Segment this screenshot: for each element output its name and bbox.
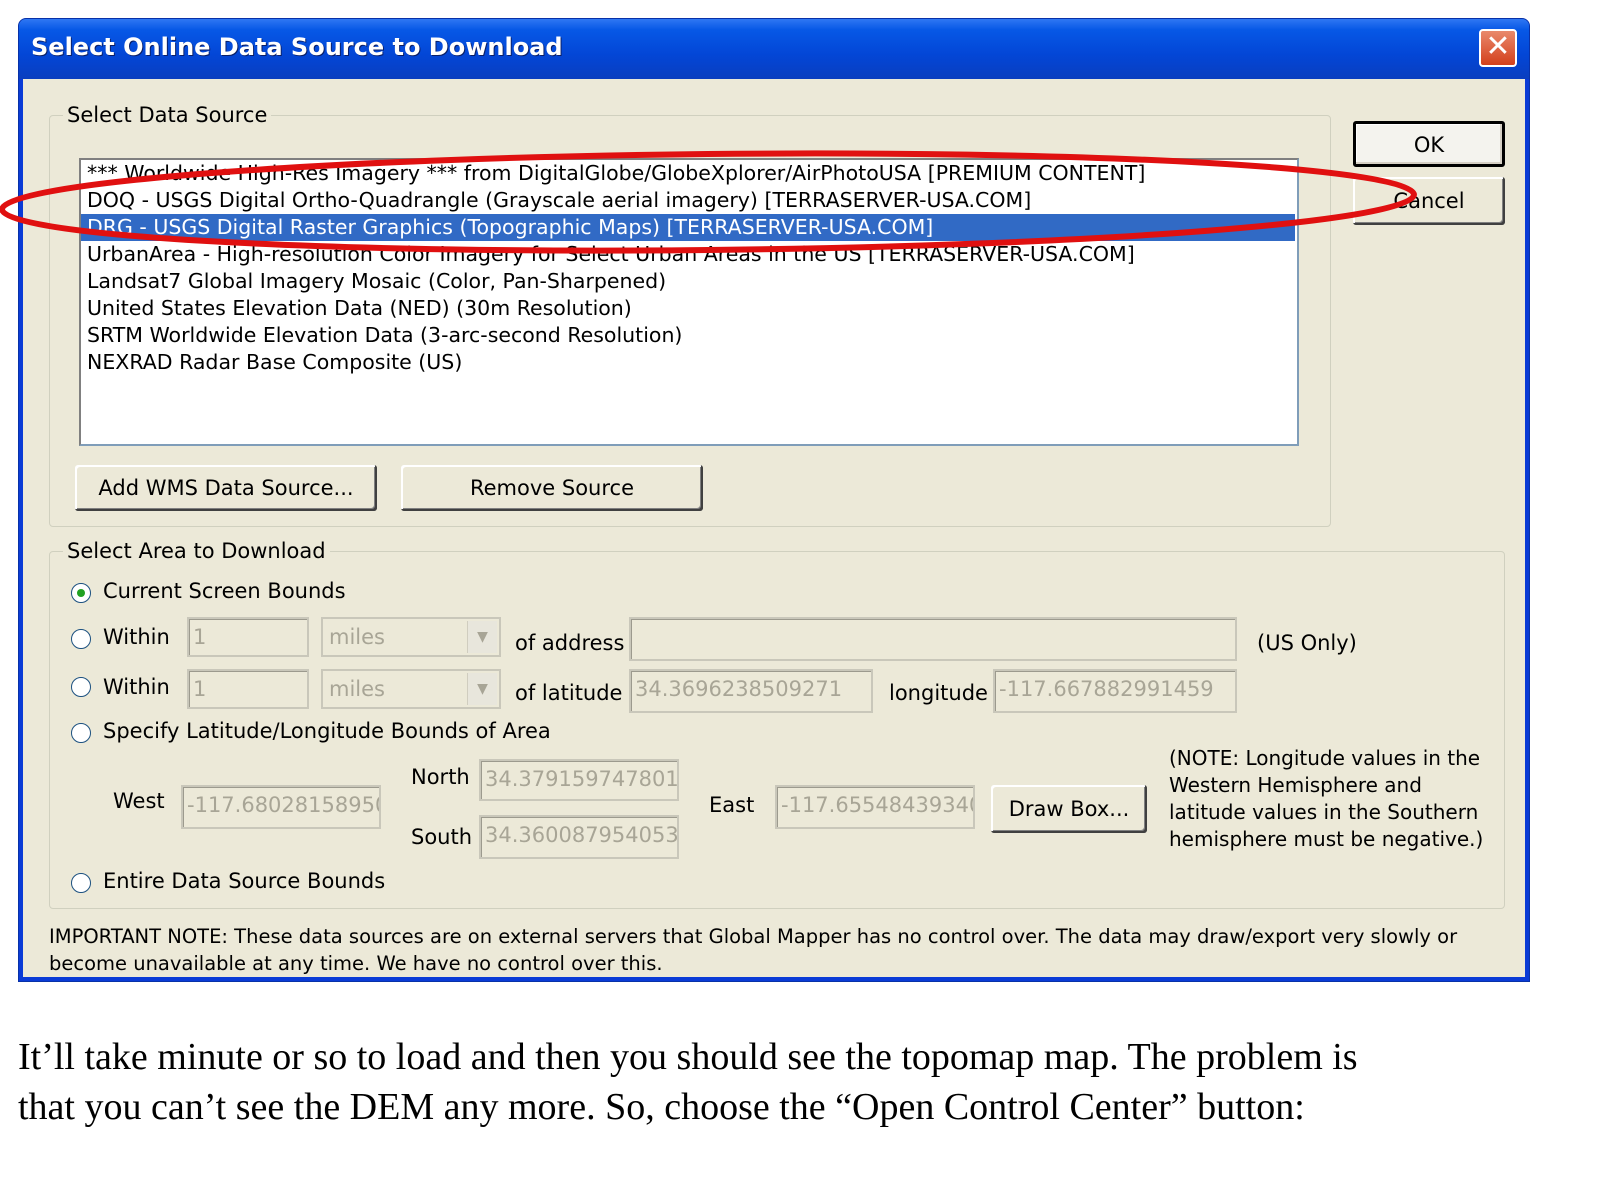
remove-source-button[interactable]: Remove Source xyxy=(401,465,703,511)
list-item[interactable]: *** Worldwide High-Res Imagery *** from … xyxy=(81,160,1297,187)
current-screen-label: Current Screen Bounds xyxy=(103,579,346,603)
units-value: miles xyxy=(329,625,385,649)
chevron-down-icon[interactable]: ▼ xyxy=(467,673,497,705)
title-bar[interactable]: Select Online Data Source to Download ✕ xyxy=(19,19,1529,79)
entire-bounds-label: Entire Data Source Bounds xyxy=(103,869,386,893)
within-address-distance-input[interactable]: 1 xyxy=(187,617,309,657)
west-label: West xyxy=(113,789,165,813)
draw-box-button[interactable]: Draw Box... xyxy=(991,785,1147,833)
caption-line: that you can’t see the DEM any more. So,… xyxy=(18,1086,1305,1128)
specify-bounds-radio[interactable] xyxy=(71,723,91,743)
south-label: South xyxy=(411,825,473,849)
within-address-units-select[interactable]: miles ▼ xyxy=(321,617,501,657)
note-line: hemisphere must be negative.) xyxy=(1169,827,1484,851)
north-input[interactable]: 34.379159747801 xyxy=(479,759,679,801)
area-group-label: Select Area to Download xyxy=(63,539,330,563)
address-input[interactable] xyxy=(629,617,1237,661)
within-address-radio[interactable] xyxy=(71,629,91,649)
list-item[interactable]: DOQ - USGS Digital Ortho-Quadrangle (Gra… xyxy=(81,187,1297,214)
list-item[interactable]: UrbanArea - High-resolution Color Imager… xyxy=(81,241,1297,268)
note-line: Western Hemisphere and xyxy=(1169,773,1422,797)
list-item[interactable]: SRTM Worldwide Elevation Data (3-arc-sec… xyxy=(81,322,1297,349)
east-label: East xyxy=(709,793,755,817)
specify-bounds-label: Specify Latitude/Longitude Bounds of Are… xyxy=(103,719,551,743)
within-latlon-distance-input[interactable]: 1 xyxy=(187,669,309,709)
within-latlon-units-select[interactable]: miles ▼ xyxy=(321,669,501,709)
ok-button[interactable]: OK xyxy=(1353,121,1505,167)
dialog-title: Select Online Data Source to Download xyxy=(31,33,563,61)
add-wms-source-button[interactable]: Add WMS Data Source... xyxy=(75,465,377,511)
list-item[interactable]: Landsat7 Global Imagery Mosaic (Color, P… xyxy=(81,268,1297,295)
west-input[interactable]: -117.68028158950 xyxy=(181,785,381,829)
download-dialog: Select Online Data Source to Download ✕ … xyxy=(18,18,1530,982)
us-only-label: (US Only) xyxy=(1257,631,1357,655)
close-icon[interactable]: ✕ xyxy=(1479,29,1517,67)
important-note-line: become unavailable at any time. We have … xyxy=(49,952,663,975)
caption-line: It’ll take minute or so to load and then… xyxy=(18,1036,1358,1078)
list-item[interactable]: United States Elevation Data (NED) (30m … xyxy=(81,295,1297,322)
latitude-input[interactable]: 34.3696238509271 xyxy=(629,669,873,713)
within-latlon-label: Within xyxy=(103,675,170,699)
longitude-label: longitude xyxy=(889,681,988,705)
of-address-label: of address xyxy=(515,631,625,655)
data-source-list[interactable]: *** Worldwide High-Res Imagery *** from … xyxy=(79,158,1299,446)
list-item[interactable]: NEXRAD Radar Base Composite (US) xyxy=(81,349,1297,376)
list-item-selected[interactable]: DRG - USGS Digital Raster Graphics (Topo… xyxy=(81,214,1295,241)
important-note: IMPORTANT NOTE: These data sources are o… xyxy=(49,923,1457,977)
longitude-input[interactable]: -117.667882991459 xyxy=(993,669,1237,713)
east-input[interactable]: -117.65548439340 xyxy=(775,785,975,829)
current-screen-radio[interactable] xyxy=(71,583,91,603)
important-note-line: IMPORTANT NOTE: These data sources are o… xyxy=(49,925,1458,948)
within-address-label: Within xyxy=(103,625,170,649)
entire-bounds-radio[interactable] xyxy=(71,873,91,893)
caption-text: It’ll take minute or so to load and then… xyxy=(18,1032,1578,1132)
within-latlon-radio[interactable] xyxy=(71,677,91,697)
note-line: latitude values in the Southern xyxy=(1169,800,1479,824)
cancel-button[interactable]: Cancel xyxy=(1353,177,1505,225)
south-input[interactable]: 34.360087954053 xyxy=(479,815,679,859)
units-value: miles xyxy=(329,677,385,701)
dialog-body: Select Data Source *** Worldwide High-Re… xyxy=(23,79,1525,977)
longitude-note: (NOTE: Longitude values in the Western H… xyxy=(1169,745,1483,853)
north-label: North xyxy=(411,765,470,789)
data-source-group-label: Select Data Source xyxy=(63,103,272,127)
chevron-down-icon[interactable]: ▼ xyxy=(467,621,497,653)
note-line: (NOTE: Longitude values in the xyxy=(1169,746,1481,770)
of-latitude-label: of latitude xyxy=(515,681,623,705)
